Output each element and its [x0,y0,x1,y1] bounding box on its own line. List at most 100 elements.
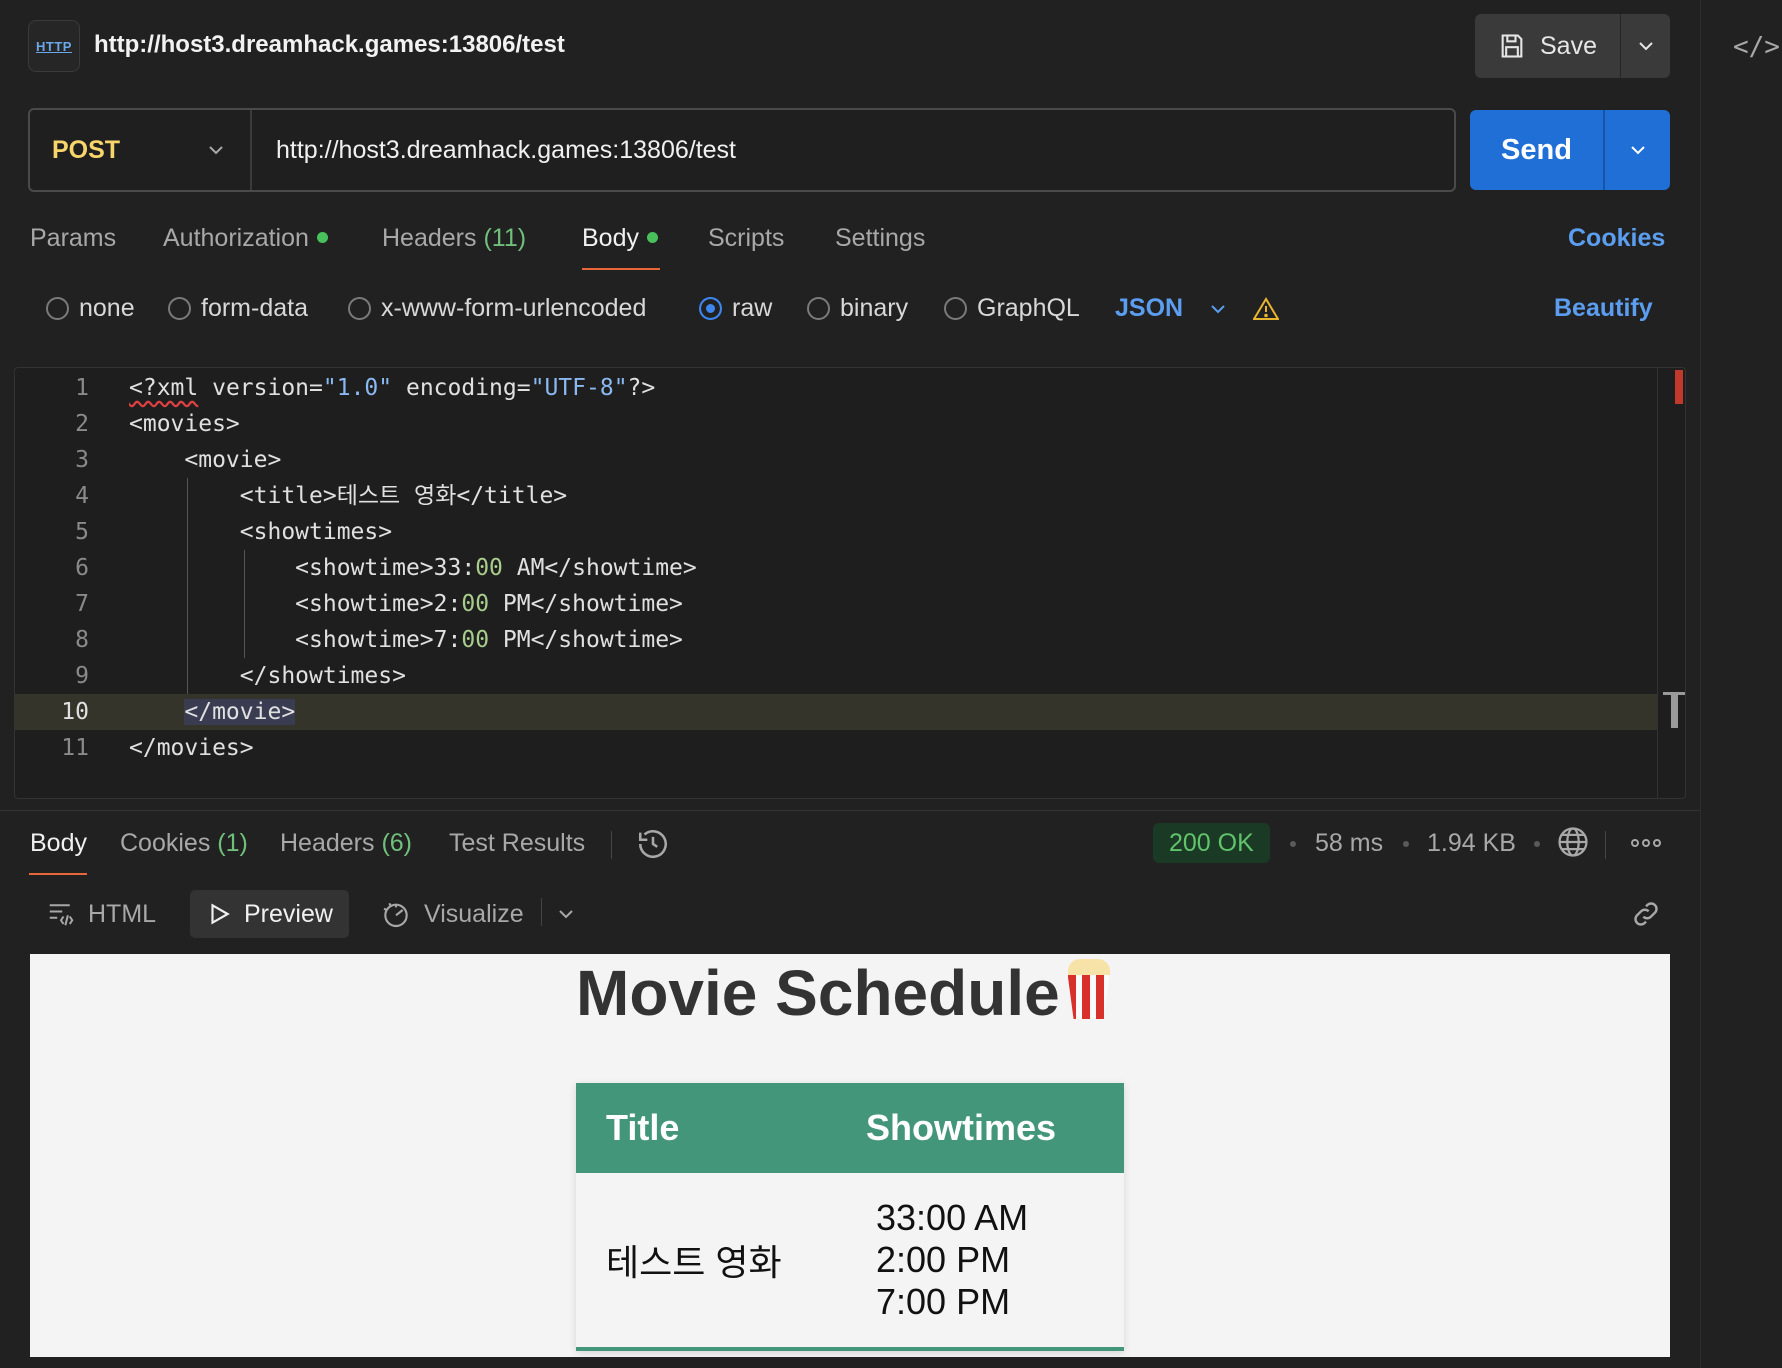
showtimes-cell: 33:00 AM 2:00 PM 7:00 PM [836,1173,1124,1351]
status-badge[interactable]: 200 OK [1153,823,1270,863]
editor-line-active: 10 </movie> [15,694,1657,730]
tab-authorization[interactable]: Authorization [163,224,328,253]
option-form-data[interactable]: form-data [168,294,308,323]
editor-line: 2 <movies> [75,411,240,437]
active-dot [316,231,328,243]
error-marker [1675,370,1683,404]
option-binary[interactable]: binary [807,294,908,323]
showtime: 33:00 AM [876,1197,1029,1238]
response-tab-test-results[interactable]: Test Results [449,829,585,858]
indent-guide [187,478,188,694]
body-type-options: none form-data x-www-form-urlencoded raw… [0,290,1700,330]
option-graphql[interactable]: GraphQL [944,294,1080,323]
editor-line: 8 <showtime>7:00 PM</showtime> [75,627,683,653]
movie-title-cell: 테스트 영화 [576,1173,836,1351]
editor-line: 11 </movies> [61,735,254,761]
request-title[interactable]: http://host3.dreamhack.games:13806/test [94,31,565,59]
preview-heading: Movie Schedule [576,956,1114,1030]
tab-settings[interactable]: Settings [835,224,925,253]
response-time[interactable]: 58 ms [1315,829,1383,858]
visualize-icon [383,902,408,928]
save-icon [1501,34,1523,58]
tab-scripts[interactable]: Scripts [708,224,784,253]
save-button[interactable]: Save [1475,14,1620,78]
response-tabs: Body Cookies (1) Headers (6) Test Result… [0,823,1700,875]
indent-guide [244,550,245,658]
showtime: 7:00 PM [876,1281,1011,1322]
editor-line: 9 </showtimes> [75,663,406,689]
table-header-row: Title Showtimes [576,1083,1124,1173]
play-icon [211,903,230,925]
send-group: Send [1470,110,1670,190]
pane-divider[interactable] [0,810,1700,811]
active-tab-indicator [29,873,87,875]
http-icon: HTTP [28,20,80,72]
chevron-down-icon [1638,42,1653,51]
editor-line: 7 <showtime>2:00 PM</showtime> [75,591,683,617]
radio-icon [807,297,830,320]
cursor-marker [1663,692,1685,728]
response-tab-headers[interactable]: Headers (6) [280,829,412,858]
link-icon[interactable] [1630,898,1662,930]
editor-line: 5 <showtimes> [75,519,393,545]
request-tabs: Params Authorization Headers (11) Body S… [0,218,1700,272]
cookies-link[interactable]: Cookies [1568,224,1665,253]
showtime: 2:00 PM [876,1239,1011,1280]
globe-icon[interactable] [1556,825,1590,859]
preview-button[interactable]: Preview [190,890,349,938]
option-raw[interactable]: raw [699,294,772,323]
tab-body[interactable]: Body [582,224,658,253]
send-options-button[interactable] [1603,110,1670,190]
chevron-down-icon [1211,305,1225,314]
response-size[interactable]: 1.94 KB [1427,829,1516,858]
response-tab-body[interactable]: Body [30,829,87,858]
column-title: Title [576,1083,836,1173]
radio-icon [168,297,191,320]
separator [611,831,612,859]
visualize-button[interactable]: Visualize [380,890,524,938]
radio-selected-icon [699,297,722,320]
method-select[interactable]: POST [30,110,252,190]
request-header: HTTP http://host3.dreamhack.games:13806/… [0,0,1700,92]
radio-icon [46,297,69,320]
response-tab-cookies[interactable]: Cookies (1) [120,829,248,858]
history-icon[interactable] [636,827,670,861]
body-format-select[interactable]: JSON [1115,294,1280,323]
popcorn-icon [1064,959,1114,1021]
active-tab-indicator [582,268,660,270]
option-none[interactable]: none [46,294,135,323]
radio-icon [944,297,967,320]
beautify-button[interactable]: Beautify [1554,294,1653,323]
tab-headers[interactable]: Headers (11) [382,224,526,253]
schedule-table: Title Showtimes 테스트 영화 33:00 AM 2:00 PM … [576,1083,1124,1351]
save-label: Save [1540,31,1597,60]
more-options-icon[interactable] [1630,835,1662,851]
send-button[interactable]: Send [1470,110,1603,190]
editor-line: 3 <movie> [75,447,282,473]
method-label: POST [52,135,121,164]
option-urlencoded[interactable]: x-www-form-urlencoded [348,294,646,323]
editor-scrollbar[interactable] [1657,368,1685,798]
save-group: Save [1475,14,1670,78]
chevron-down-icon [1630,146,1645,155]
html-preview: Movie Schedule Title Showtimes 테스트 영화 33… [30,954,1670,1357]
editor-line: 1 <?xml version="1.0" encoding="UTF-8"?> [75,375,656,401]
table-row: 테스트 영화 33:00 AM 2:00 PM 7:00 PM [576,1173,1124,1351]
editor-line: 4 <title>테스트 영화</title> [75,483,568,509]
preview-toolbar: HTML Preview Visualize [0,890,1700,940]
tab-params[interactable]: Params [30,224,116,253]
right-rail: </> [1700,0,1782,1368]
separator [1605,831,1606,859]
warning-icon [1252,297,1280,321]
code-editor[interactable]: 1 <?xml version="1.0" encoding="UTF-8"?> … [14,367,1686,799]
url-input[interactable] [252,135,1454,165]
format-html-button[interactable]: HTML [46,890,156,938]
code-snippet-icon[interactable]: </> [1733,32,1780,62]
active-dot [646,231,658,243]
chevron-down-icon[interactable] [556,904,576,924]
meta-dot [1534,841,1540,847]
url-bar: POST [28,108,1456,192]
radio-icon [348,297,371,320]
chevron-down-icon [209,146,223,155]
save-options-button[interactable] [1620,14,1670,78]
